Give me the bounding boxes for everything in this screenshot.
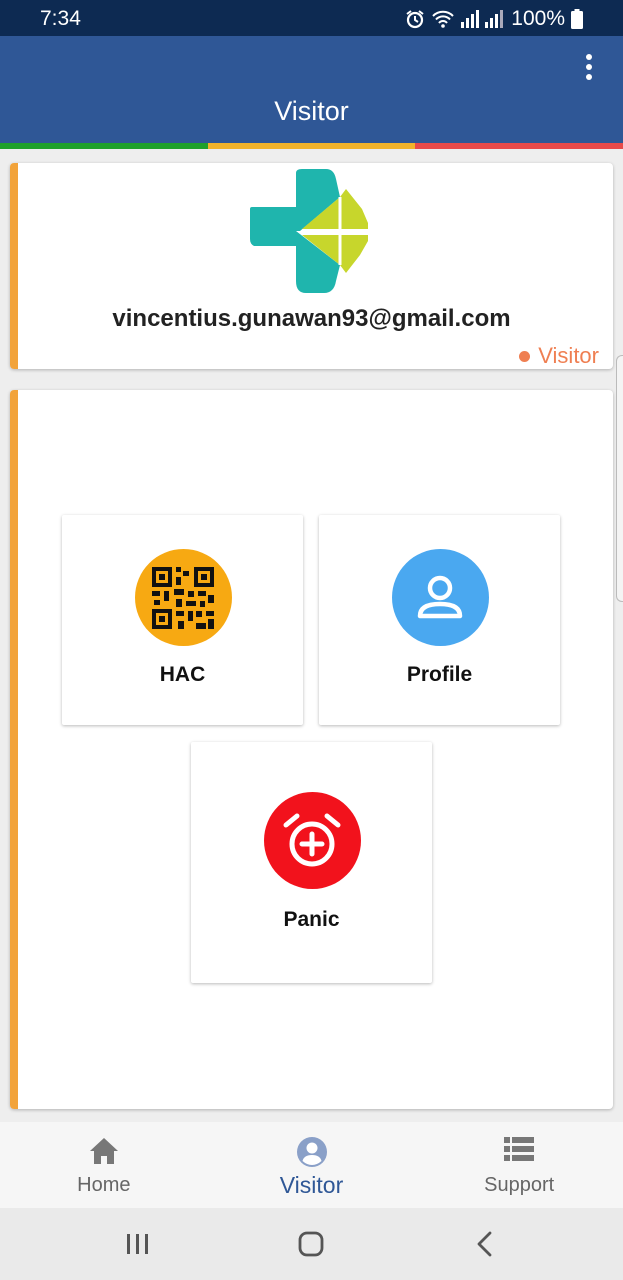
- person-icon: [417, 575, 463, 618]
- card-accent: [10, 163, 18, 369]
- battery-icon: [571, 9, 583, 29]
- hac-icon-circle: [134, 549, 232, 646]
- alarm-icon: [405, 9, 425, 29]
- menu-card: HAC Profile Panic: [10, 390, 613, 1109]
- back-icon[interactable]: [466, 1228, 506, 1260]
- qr-code-icon: [152, 566, 214, 629]
- page-title: Visitor: [274, 96, 349, 126]
- role-dot: [519, 350, 531, 362]
- nav-visitor-label: Visitor: [279, 1172, 344, 1198]
- stripe-green: [0, 143, 208, 149]
- user-email: vincentius.gunawan93@gmail.com: [112, 305, 511, 332]
- signal-icon: [461, 10, 505, 28]
- profile-icon-circle: [391, 549, 489, 646]
- user-card: vincentius.gunawan93@gmail.com Visitor: [10, 163, 613, 369]
- status-bar: 7:34 100%: [0, 0, 623, 36]
- profile-tile[interactable]: Profile: [319, 515, 560, 725]
- color-stripe: [0, 143, 623, 149]
- card-accent: [10, 390, 18, 1109]
- role-label: Visitor: [538, 343, 599, 368]
- kemenkes-logo: [250, 169, 368, 293]
- home-circle-icon[interactable]: [291, 1228, 331, 1260]
- stripe-red: [415, 143, 623, 149]
- panic-label: Panic: [283, 908, 340, 931]
- bottom-nav: Home Visitor Support: [0, 1122, 623, 1208]
- stripe-yellow: [207, 143, 416, 149]
- account-circle-icon: [296, 1136, 328, 1173]
- nav-support-label: Support: [484, 1174, 555, 1196]
- list-icon: [504, 1136, 535, 1167]
- hac-tile[interactable]: HAC: [62, 515, 303, 725]
- home-icon: [88, 1136, 120, 1171]
- panic-icon-circle: [263, 792, 361, 889]
- more-vert-icon[interactable]: [581, 54, 597, 84]
- app-bar: Visitor: [0, 36, 623, 143]
- nav-support[interactable]: Support: [415, 1122, 623, 1208]
- battery-percent: 100%: [511, 7, 565, 30]
- profile-label: Profile: [406, 663, 473, 686]
- nav-visitor[interactable]: Visitor: [208, 1122, 416, 1208]
- recents-icon[interactable]: [118, 1228, 158, 1260]
- hac-label: HAC: [159, 663, 206, 686]
- role-badge: Visitor: [519, 343, 599, 369]
- wifi-icon: [431, 9, 455, 29]
- nav-home[interactable]: Home: [0, 1122, 208, 1208]
- nav-home-label: Home: [77, 1174, 131, 1196]
- panic-tile[interactable]: Panic: [191, 742, 432, 983]
- alarm-add-icon: [283, 813, 341, 866]
- system-nav-bar: [0, 1208, 623, 1280]
- edge-panel-handle[interactable]: [616, 355, 623, 602]
- status-time: 7:34: [40, 7, 81, 30]
